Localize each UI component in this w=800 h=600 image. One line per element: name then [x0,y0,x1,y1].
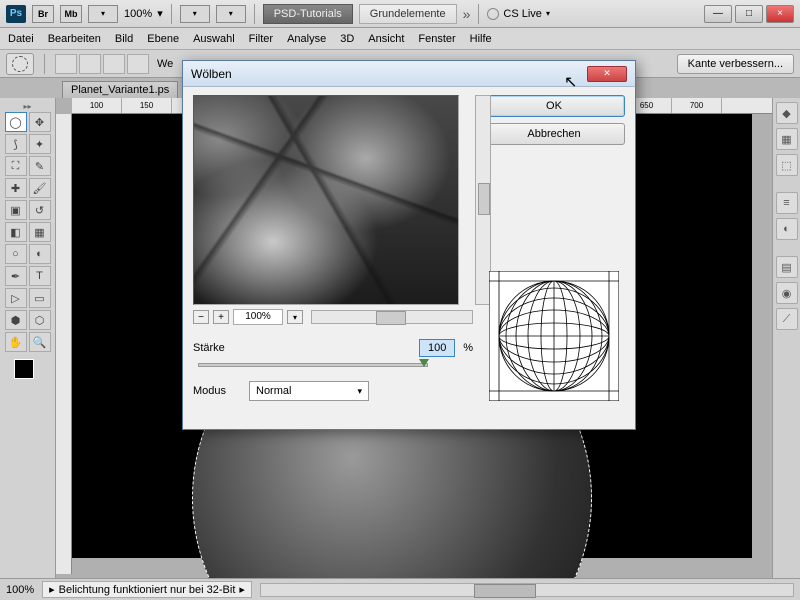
tool-wand[interactable]: ✦ [29,134,51,154]
menu-bild[interactable]: Bild [115,33,133,45]
panel-layers-icon[interactable]: ▤ [776,256,798,278]
menu-filter[interactable]: Filter [249,33,273,45]
menu-analyse[interactable]: Analyse [287,33,326,45]
mode-label: Modus [193,385,241,397]
panel-masks-icon[interactable]: ◐ [776,218,798,240]
ok-button[interactable]: OK [483,95,625,117]
extras-dropdown[interactable] [216,5,246,23]
cslive-dropdown[interactable]: CS Live [487,8,550,20]
tool-brush[interactable]: 🖌 [29,178,51,198]
strength-input[interactable] [419,339,455,357]
filter-preview[interactable] [193,95,459,305]
more-workspaces-icon[interactable]: » [463,6,471,22]
tool-path[interactable]: ▷ [5,288,27,308]
preview-zoom-dropdown[interactable] [287,310,303,324]
statusbar: 100% ▸ Belichtung funktioniert nur bei 3… [0,578,800,600]
separator [44,54,45,74]
tool-lasso[interactable]: ⟆ [5,134,27,154]
tool-history[interactable]: ↺ [29,200,51,220]
preview-zoom-value[interactable]: 100% [233,309,283,325]
tool-zoom[interactable]: 🔍 [29,332,51,352]
panel-paths-icon[interactable]: ⟋ [776,308,798,330]
minibridge-icon[interactable]: Mb [60,5,82,23]
menu-3d[interactable]: 3D [340,33,354,45]
dialog-title: Wölben [191,67,232,81]
tool-hand[interactable]: ✋ [5,332,27,352]
dialog-close-button[interactable]: ✕ [587,66,627,82]
tool-3dcamera[interactable]: ⬡ [29,310,51,330]
current-tool-icon[interactable] [6,53,34,75]
zoom-out-button[interactable]: − [193,310,209,324]
tool-eyedropper[interactable]: ✎ [29,156,51,176]
panel-styles-icon[interactable]: ⬚ [776,154,798,176]
tool-marquee[interactable]: ◯ [5,112,27,132]
app-icon: Ps [6,5,26,23]
panel-adjustments-icon[interactable]: ≡ [776,192,798,214]
separator [171,4,172,24]
tool-gradient[interactable]: ▦ [29,222,51,242]
panel-color-icon[interactable]: ◆ [776,102,798,124]
arrange-dropdown[interactable] [180,5,210,23]
toolbox: ▸▸ ◯ ✥ ⟆ ✦ ⛶ ✎ ✚ 🖌 ▣ ↺ ◧ ▦ ○ ◐ ✒ T ▷ ▭ ⬢… [0,98,56,578]
menubar: Datei Bearbeiten Bild Ebene Auswahl Filt… [0,28,800,50]
zoom-in-button[interactable]: + [213,310,229,324]
separator [478,4,479,24]
color-swatch[interactable] [14,359,42,387]
dialog-titlebar[interactable]: Wölben ✕ [183,61,635,87]
cancel-button[interactable]: Abbrechen [483,123,625,145]
tool-shape[interactable]: ▭ [29,288,51,308]
tool-crop[interactable]: ⛶ [5,156,27,176]
menu-auswahl[interactable]: Auswahl [193,33,235,45]
strength-slider[interactable] [198,363,428,367]
percent-label: % [463,342,473,354]
menu-hilfe[interactable]: Hilfe [470,33,492,45]
tool-dodge[interactable]: ◐ [29,244,51,264]
separator [254,4,255,24]
selection-mode-add[interactable] [79,54,101,74]
menu-ansicht[interactable]: Ansicht [368,33,404,45]
refine-edge-button[interactable]: Kante verbessern... [677,54,794,74]
panel-swatches-icon[interactable]: ▦ [776,128,798,150]
tool-type[interactable]: T [29,266,51,286]
tool-move[interactable]: ✥ [29,112,51,132]
tool-eraser[interactable]: ◧ [5,222,27,242]
menu-fenster[interactable]: Fenster [418,33,455,45]
screen-mode-dropdown[interactable] [88,5,118,23]
horizontal-scrollbar[interactable] [260,583,794,597]
strength-label: Stärke [193,342,241,354]
selection-mode-subtract[interactable] [103,54,125,74]
tool-heal[interactable]: ✚ [5,178,27,198]
minimize-button[interactable]: — [704,5,732,23]
menu-datei[interactable]: Datei [8,33,34,45]
bridge-icon[interactable]: Br [32,5,54,23]
options-label-partial: We [157,58,173,70]
panel-dock: ◆ ▦ ⬚ ≡ ◐ ▤ ◉ ⟋ [772,98,800,578]
status-doc-msg[interactable]: ▸ Belichtung funktioniert nur bei 32-Bit… [42,581,252,598]
workspace-tab-psdtutorials[interactable]: PSD-Tutorials [263,4,353,24]
menu-ebene[interactable]: Ebene [147,33,179,45]
spherize-dialog: Wölben ✕ − + 100% Stärke [182,60,636,430]
document-tab[interactable]: Planet_Variante1.ps [62,81,178,98]
status-zoom: 100% [6,584,34,596]
tool-blur[interactable]: ○ [5,244,27,264]
ruler-vertical [56,114,72,574]
selection-mode-intersect[interactable] [127,54,149,74]
close-button[interactable]: × [766,5,794,23]
tool-stamp[interactable]: ▣ [5,200,27,220]
zoom-level-select[interactable]: 100% ▾ [124,7,163,20]
menu-bearbeiten[interactable]: Bearbeiten [48,33,101,45]
mode-select[interactable]: Normal [249,381,369,401]
tool-pen[interactable]: ✒ [5,266,27,286]
selection-mode-new[interactable] [55,54,77,74]
workspace-tab-grundelemente[interactable]: Grundelemente [359,4,457,24]
preview-hscroll[interactable] [311,310,473,324]
tool-3d[interactable]: ⬢ [5,310,27,330]
panel-channels-icon[interactable]: ◉ [776,282,798,304]
spherize-diagram [489,271,619,401]
maximize-button[interactable]: □ [735,5,763,23]
titlebar: Ps Br Mb 100% ▾ PSD-Tutorials Grundeleme… [0,0,800,28]
